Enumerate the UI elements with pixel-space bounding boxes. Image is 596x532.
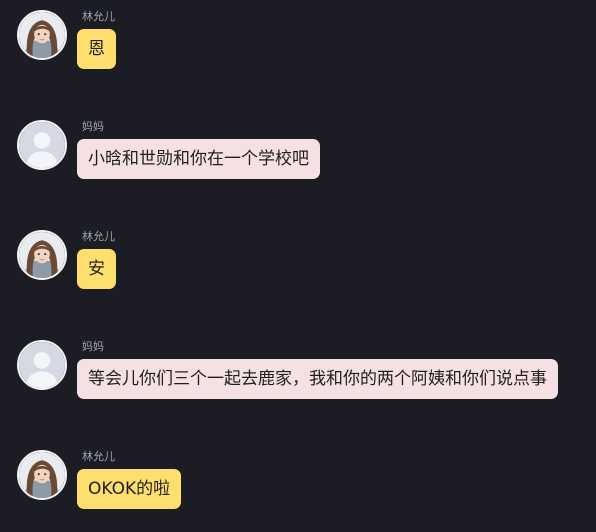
sender-name: 妈妈 [82,340,104,353]
sender-name: 妈妈 [82,120,104,133]
avatar[interactable] [17,340,67,390]
message-bubble[interactable]: OKOK的啦 [77,469,182,509]
avatar[interactable] [17,450,67,500]
message-bubble[interactable]: 等会儿你们三个一起去鹿家，我和你的两个阿姨和你们说点事 [77,359,558,399]
girl-photo-icon [19,232,65,278]
default-user-icon [19,122,65,168]
message-bubble[interactable]: 小晗和世勋和你在一个学校吧 [77,139,320,179]
sender-name: 林允儿 [82,230,115,243]
sender-name: 林允儿 [82,10,115,23]
avatar[interactable] [17,120,67,170]
chat-message: 林允儿 恩 [16,10,591,76]
girl-photo-icon [19,452,65,498]
chat-message: 林允儿 OKOK的啦 [16,450,591,516]
default-user-icon [19,342,65,388]
message-bubble[interactable]: 恩 [77,29,116,69]
chat-message: 妈妈 小晗和世勋和你在一个学校吧 [16,120,591,186]
chat-message: 林允儿 安 [16,230,591,296]
avatar[interactable] [17,10,67,60]
chat-message: 妈妈 等会儿你们三个一起去鹿家，我和你的两个阿姨和你们说点事 [16,340,591,406]
girl-photo-icon [19,12,65,58]
sender-name: 林允儿 [82,450,115,463]
message-bubble[interactable]: 安 [77,249,116,289]
avatar[interactable] [17,230,67,280]
